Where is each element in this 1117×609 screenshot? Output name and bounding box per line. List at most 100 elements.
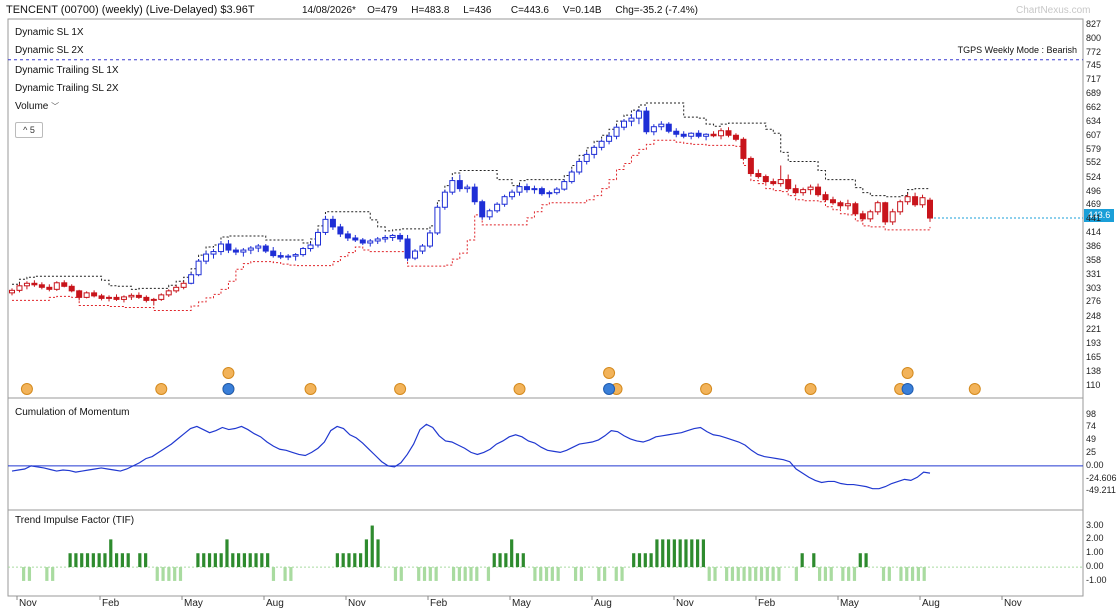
tif-bar <box>364 539 369 568</box>
candle-body <box>718 130 725 137</box>
tif-bar <box>544 567 549 581</box>
tif-bar <box>690 539 694 568</box>
chart-canvas <box>7 18 1084 600</box>
candle-body <box>83 292 90 298</box>
month-tick-label: May <box>184 598 203 609</box>
tif-bar <box>51 567 55 581</box>
tif-bar <box>515 553 520 568</box>
candle-body <box>23 282 30 287</box>
candle-body <box>307 244 314 250</box>
tif-series <box>8 525 1083 581</box>
legend-volume[interactable]: Volume ﹀ <box>15 101 59 112</box>
candle-body <box>829 199 836 204</box>
momentum-panel-title: Cumulation of Momentum <box>15 407 130 418</box>
candle-body <box>434 206 441 234</box>
candle-body <box>389 234 396 238</box>
legend-trail2[interactable]: Dynamic Trailing SL 2X <box>15 83 119 94</box>
candle-body <box>501 196 508 205</box>
candle-body <box>397 234 404 240</box>
legend-sl1[interactable]: Dynamic SL 1X <box>15 27 84 38</box>
dividend-icon <box>394 383 407 395</box>
momentum-line <box>11 423 931 490</box>
price-tick-label: 165 <box>1086 352 1102 363</box>
candle-body <box>703 133 710 137</box>
candle-body <box>897 201 904 213</box>
candle-body <box>606 135 613 142</box>
tif-bar <box>794 567 798 581</box>
tif-bar <box>637 553 642 568</box>
momentum-tick-label: -49.211 <box>1086 485 1116 496</box>
tif-bar <box>614 567 618 581</box>
price-tick-label: 800 <box>1086 32 1102 43</box>
candle-body <box>53 282 60 290</box>
candle-body <box>419 245 426 252</box>
month-tick-label: Feb <box>102 598 120 609</box>
tif-bar <box>812 553 816 568</box>
candle-body <box>531 188 538 191</box>
price-tick-label: 745 <box>1086 60 1102 71</box>
momentum-tick-label: 0.00 <box>1086 459 1104 470</box>
collapse-button[interactable]: ^ 5 <box>15 122 43 138</box>
candle-body <box>859 213 866 220</box>
dividend-icon <box>513 383 526 395</box>
tif-bar <box>905 567 909 581</box>
close-readout: C=443.6 <box>510 5 549 16</box>
volume-toggle-icon[interactable]: ﹀ <box>51 102 59 111</box>
price-tick-label: 524 <box>1086 171 1102 182</box>
price-tick-label: 414 <box>1086 226 1102 237</box>
tif-bar <box>672 539 676 568</box>
tif-bar <box>260 553 264 568</box>
high-readout: H=483.8 <box>411 5 450 16</box>
tif-bar <box>236 553 241 568</box>
candle-body <box>150 298 157 301</box>
candle-body <box>382 236 389 240</box>
tif-bar <box>748 567 752 581</box>
watermark-logo: ChartNexus.com <box>1016 5 1091 16</box>
candle-body <box>374 238 381 242</box>
candle-body <box>844 203 851 207</box>
ohlc-readout: 14/08/2026* O=479 H=483.8 L=436 C=443.6 … <box>302 5 698 16</box>
candle-body <box>635 110 642 119</box>
tif-bar <box>126 553 130 568</box>
month-tick-label: Aug <box>266 598 284 609</box>
dividend-icon <box>304 383 317 395</box>
tif-bar <box>289 567 293 581</box>
candle-body <box>322 218 329 233</box>
tif-bar <box>632 553 636 568</box>
candle-body <box>195 260 202 276</box>
tif-bar <box>242 553 247 568</box>
mktcap-text: $3.96T <box>220 4 255 16</box>
tif-bar <box>434 567 438 581</box>
candle-body <box>247 247 254 251</box>
candle-body <box>538 188 545 195</box>
tif-bar <box>109 539 113 568</box>
tif-bar <box>417 567 421 581</box>
tif-bar <box>725 567 729 581</box>
candle-body <box>643 110 650 133</box>
tif-bar <box>207 553 212 568</box>
candle-body <box>919 197 926 206</box>
candle-body <box>329 218 336 228</box>
candlestick-series <box>9 107 933 306</box>
tif-bar <box>353 553 357 568</box>
tif-bar <box>74 553 78 568</box>
legend-trail1[interactable]: Dynamic Trailing SL 1X <box>15 65 119 76</box>
dividend-icon <box>968 383 981 395</box>
price-tick-label: 717 <box>1086 74 1102 85</box>
tif-tick-label: 3.00 <box>1086 519 1104 530</box>
tif-bar <box>196 553 200 568</box>
candle-body <box>38 284 45 288</box>
tif-tick-label: 1.00 <box>1086 547 1104 558</box>
tif-bar <box>370 525 374 568</box>
candle-body <box>426 232 433 247</box>
month-tick-label: Aug <box>594 598 612 609</box>
tif-bar <box>486 567 491 581</box>
candle-body <box>262 245 269 252</box>
candle-body <box>449 180 456 193</box>
candle-body <box>412 250 419 259</box>
legend-sl2[interactable]: Dynamic SL 2X <box>15 45 84 56</box>
candle-body <box>561 181 568 190</box>
price-tick-label: 358 <box>1086 255 1102 266</box>
tif-bar <box>97 553 101 568</box>
tif-bar <box>643 553 647 568</box>
